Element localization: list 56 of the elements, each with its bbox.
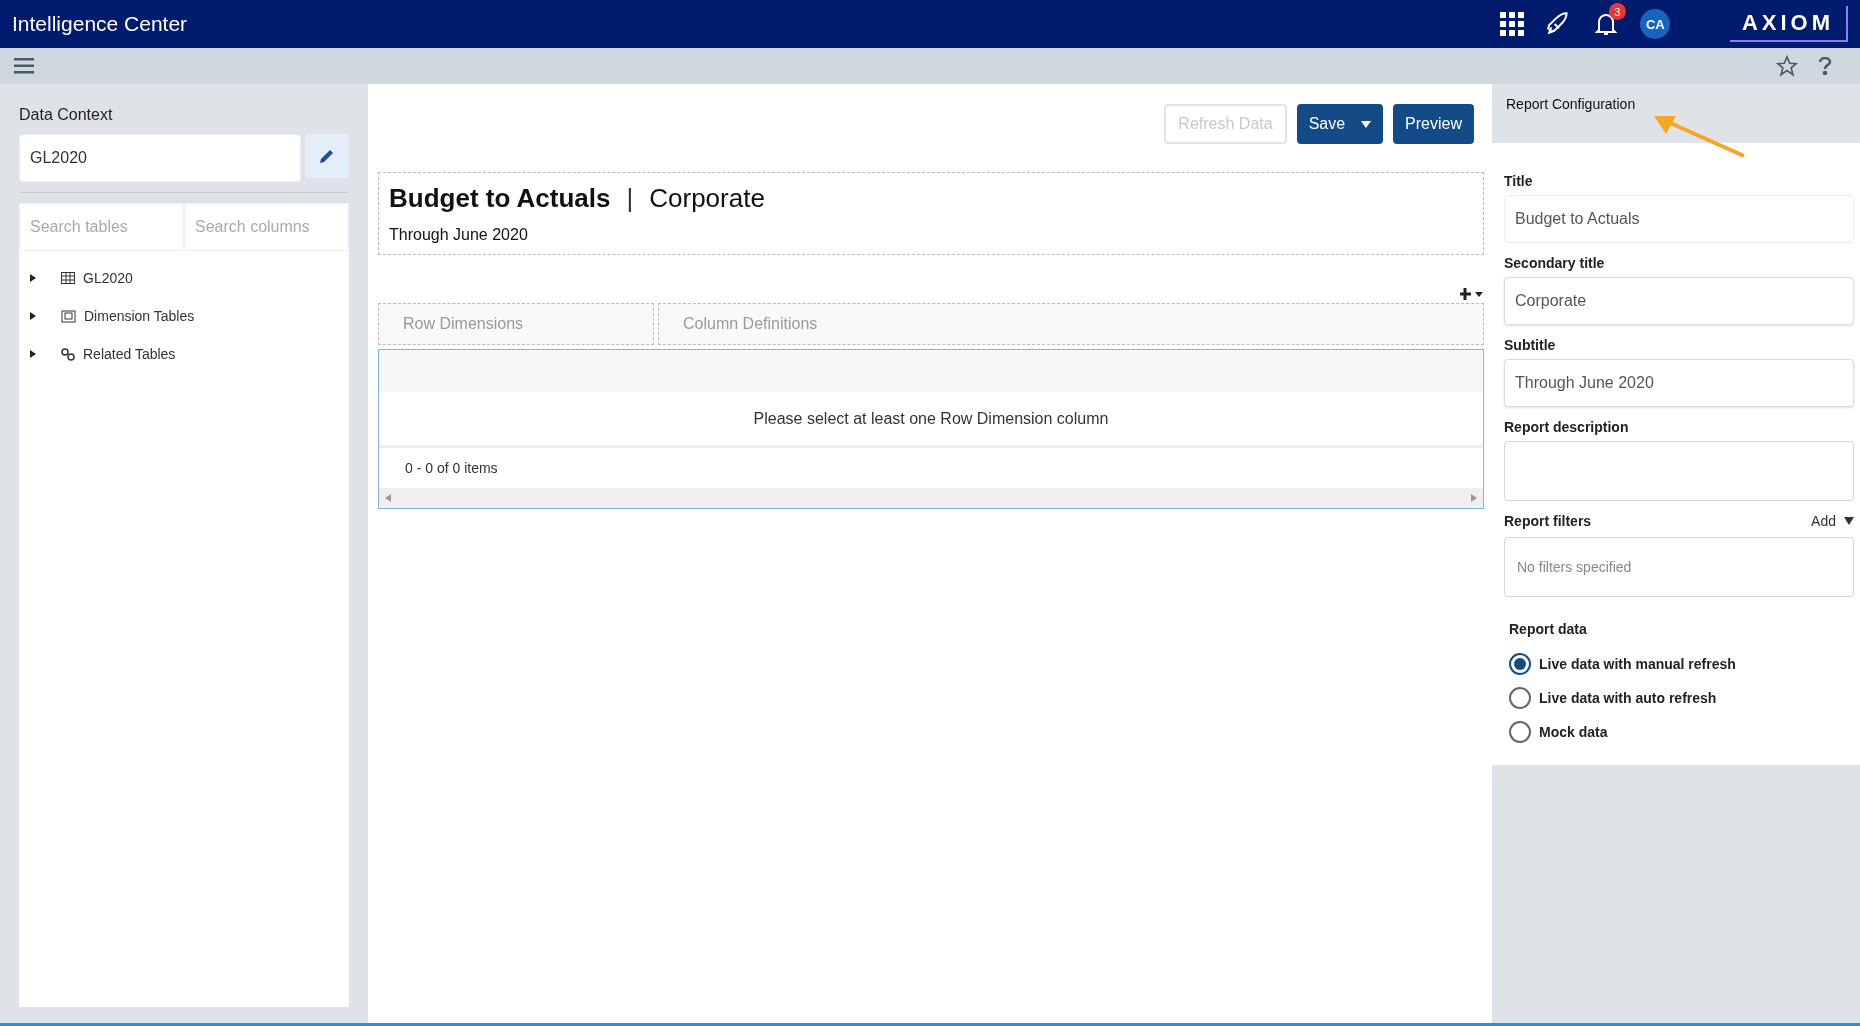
table-icon	[61, 272, 75, 284]
help-icon[interactable]	[1818, 57, 1832, 75]
filters-label: Report filters	[1504, 513, 1592, 529]
tree-item[interactable]: Dimension Tables	[19, 297, 349, 335]
apps-grid-icon[interactable]	[1499, 12, 1524, 36]
app-title: Intelligence Center	[12, 12, 189, 36]
edit-button[interactable]	[305, 134, 349, 178]
description-field[interactable]	[1504, 441, 1854, 501]
star-icon[interactable]	[1776, 55, 1798, 77]
data-context-field[interactable]: GL2020	[19, 134, 301, 182]
text-field[interactable]: Corporate	[1504, 277, 1854, 325]
empty-message: Please select at least one Row Dimension column	[753, 409, 1109, 428]
title-separator: |	[626, 183, 634, 213]
tree-item-label: Dimension Tables	[84, 308, 195, 324]
search-columns-field[interactable]: Search columns	[184, 203, 349, 251]
report-secondary-title: Corporate	[649, 183, 765, 213]
add-dropdown-icon[interactable]	[1460, 287, 1484, 301]
report-data-label: Report data	[1509, 621, 1588, 637]
panel-title: Report Configuration	[1506, 96, 1636, 112]
pencil-icon[interactable]	[318, 147, 336, 165]
link-icon	[61, 347, 75, 361]
tree-item-label: GL2020	[83, 270, 133, 286]
dropdown-caret-icon[interactable]	[1361, 120, 1372, 128]
radio-button[interactable]	[1509, 687, 1531, 709]
caret-icon[interactable]	[1844, 517, 1854, 525]
tree-item-label: Related Tables	[83, 346, 176, 362]
expand-caret-icon[interactable]	[29, 311, 37, 321]
field-label: Secondary title	[1504, 255, 1606, 271]
action-button[interactable]: Preview	[1393, 104, 1474, 144]
radio-option[interactable]: Live data with auto refresh	[1504, 681, 1854, 715]
field-label: Title	[1504, 173, 1534, 189]
radio-button[interactable]	[1509, 721, 1531, 743]
menu-icon[interactable]	[14, 58, 34, 74]
pager-info: 0 - 0 of 0 items	[405, 460, 498, 476]
expand-caret-icon[interactable]	[29, 273, 37, 283]
add-filter-button[interactable]: Add	[1811, 513, 1854, 529]
radio-option[interactable]: Mock data	[1504, 715, 1854, 749]
logo: AXIOM	[1729, 6, 1848, 42]
notification-count: 3	[1608, 3, 1626, 20]
expand-caret-icon[interactable]	[29, 349, 37, 359]
radio-option[interactable]: Live data with manual refresh	[1504, 647, 1854, 681]
radio-button[interactable]	[1509, 653, 1531, 675]
text-field[interactable]: Through June 2020	[1504, 359, 1854, 407]
action-button[interactable]: Save	[1296, 104, 1384, 144]
filters-empty-text: No filters specified	[1517, 559, 1632, 575]
tree-item[interactable]: Related Tables	[19, 335, 349, 373]
data-context-label: Data Context	[19, 106, 114, 124]
tree-item[interactable]: GL2020	[19, 259, 349, 297]
text-field[interactable]: Budget to Actuals	[1504, 195, 1854, 243]
field-label: Subtitle	[1504, 337, 1557, 353]
user-avatar[interactable]: CA	[1639, 9, 1670, 39]
report-title: Budget to Actuals	[389, 183, 611, 213]
field-label: Report description	[1504, 419, 1630, 435]
dimension-icon	[61, 309, 76, 323]
search-tables-field[interactable]: Search tables	[19, 203, 184, 251]
report-subtitle: Through June 2020	[389, 226, 529, 244]
